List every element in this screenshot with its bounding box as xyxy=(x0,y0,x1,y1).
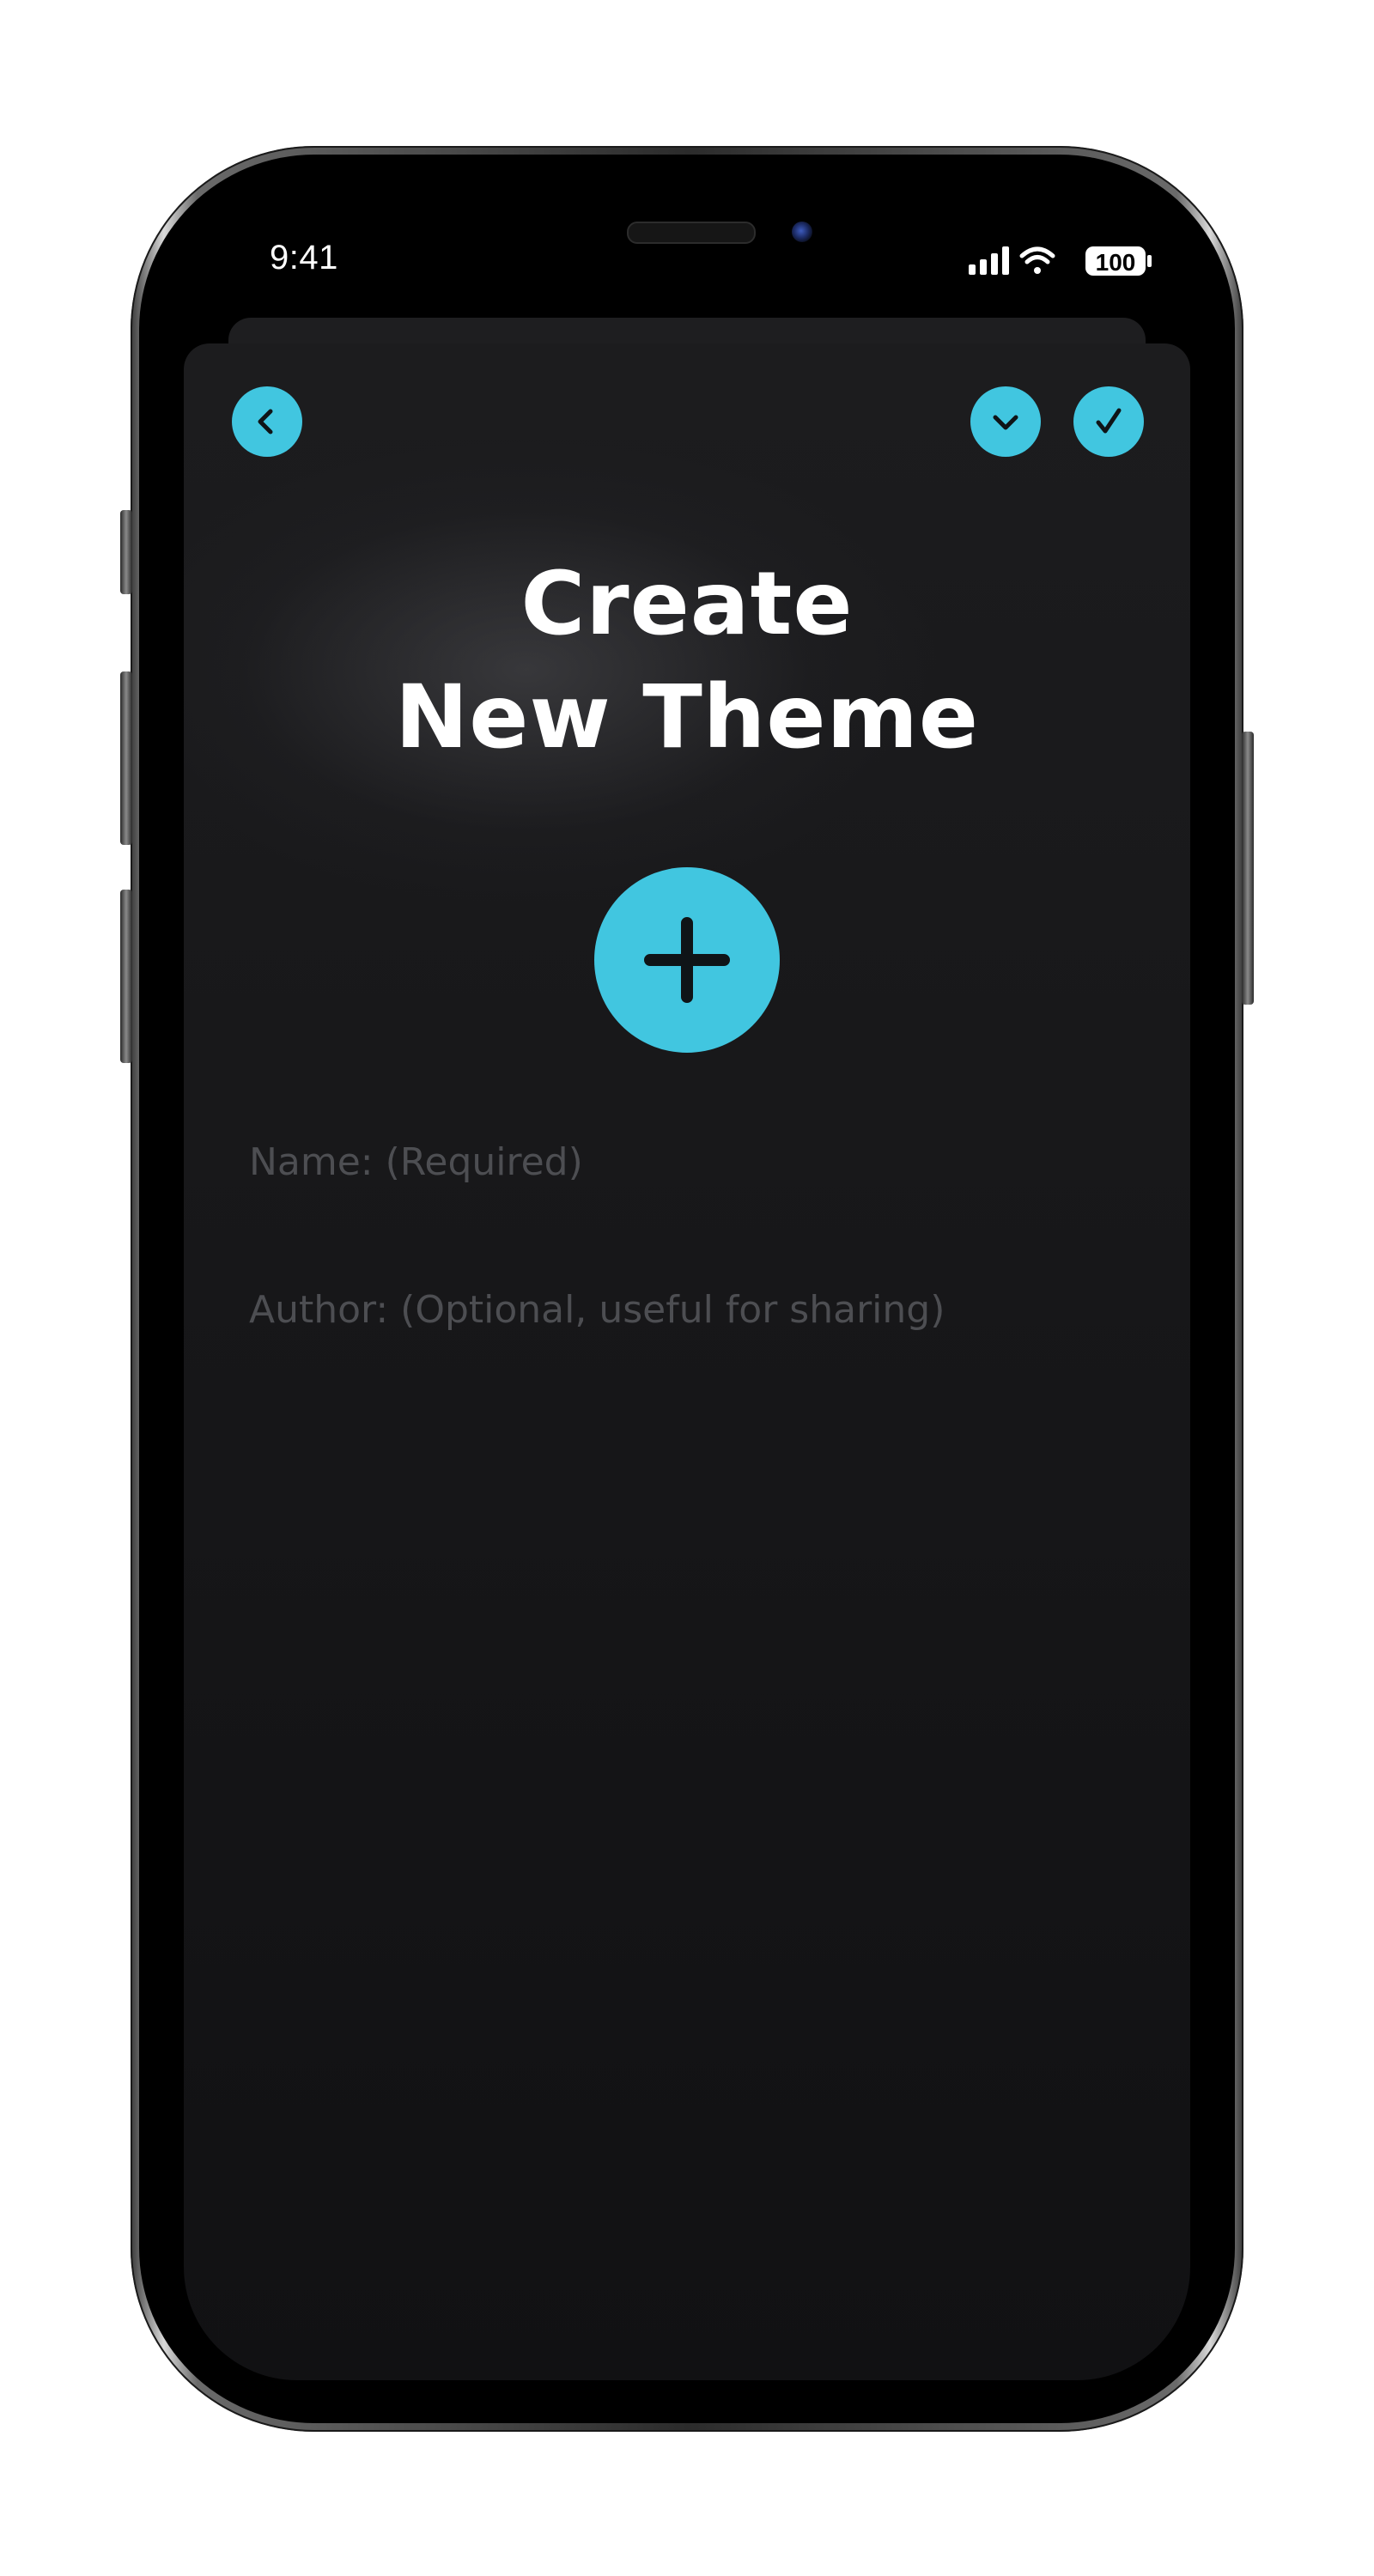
add-image-button[interactable] xyxy=(594,867,780,1053)
volume-down-button xyxy=(120,890,132,1063)
battery-icon: 100 xyxy=(1085,246,1152,276)
status-time: 9:41 xyxy=(270,239,338,276)
chevron-left-icon xyxy=(258,409,273,434)
wifi-icon xyxy=(1019,246,1055,274)
back-button[interactable] xyxy=(232,386,302,457)
checkmark-icon xyxy=(1096,408,1122,434)
front-camera xyxy=(792,222,812,242)
status-indicators: 100 xyxy=(969,244,1152,278)
title-line-2: New Theme xyxy=(394,666,980,769)
cellular-signal-icon xyxy=(969,246,1009,275)
power-button xyxy=(1242,732,1254,1005)
volume-up-button xyxy=(120,671,132,845)
confirm-button[interactable] xyxy=(1073,386,1144,457)
battery-level: 100 xyxy=(1096,249,1136,276)
earpiece-speaker xyxy=(627,222,756,244)
chevron-down-icon xyxy=(993,415,1018,430)
title-line-1: Create xyxy=(520,553,854,655)
silent-switch xyxy=(120,510,132,594)
name-field[interactable] xyxy=(249,1132,1125,1192)
status-icons: 100 xyxy=(969,246,1152,276)
create-theme-sheet: Create New Theme xyxy=(184,343,1190,2380)
device-mockup: 9:41 100 Create New Theme Name: (Require… xyxy=(0,0,1374,2576)
collapse-button[interactable] xyxy=(970,386,1041,457)
author-field[interactable] xyxy=(249,1279,1125,1340)
plus-icon xyxy=(644,917,730,1003)
page-title: Create New Theme xyxy=(184,548,1190,775)
